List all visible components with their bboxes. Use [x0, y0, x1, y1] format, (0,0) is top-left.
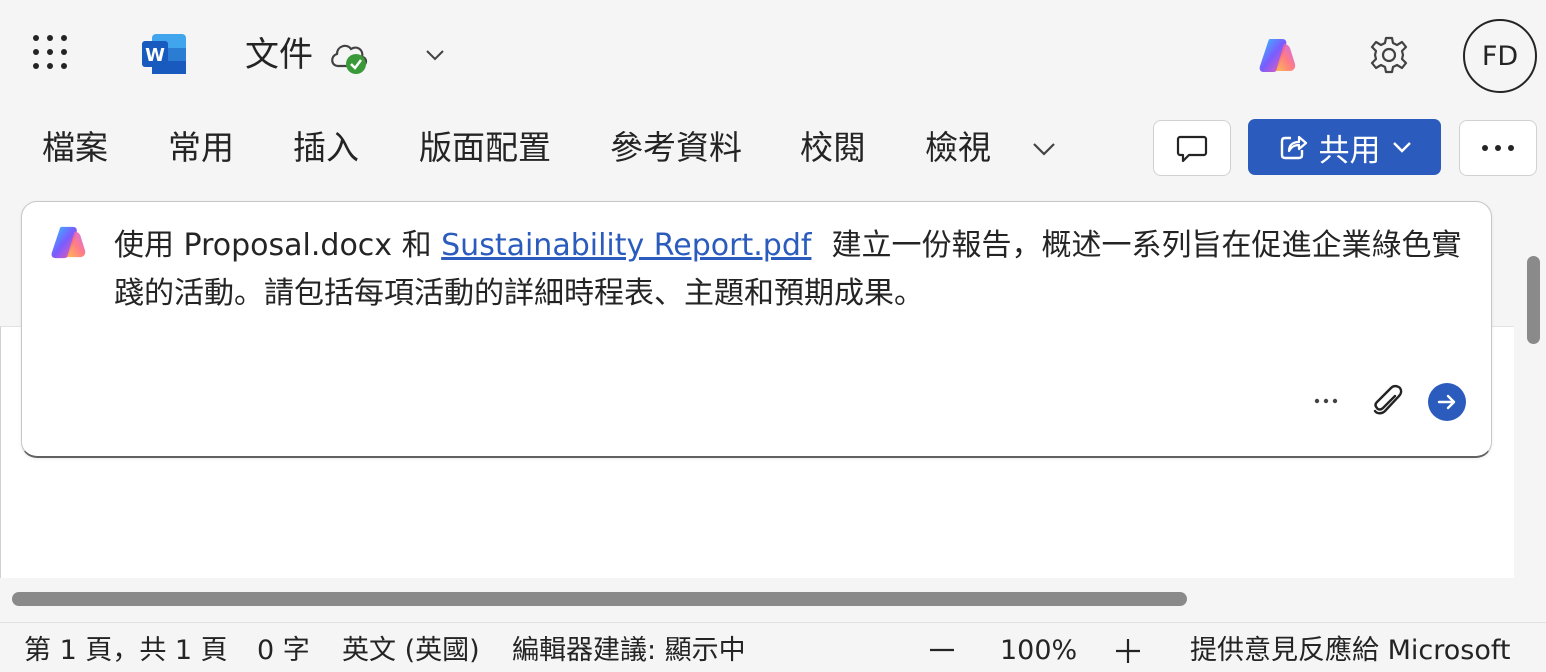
document-title[interactable]: 文件 [245, 33, 313, 77]
zoom-in-icon[interactable] [1114, 637, 1142, 665]
share-icon [1280, 135, 1307, 160]
copilot-icon [51, 226, 86, 259]
tab-review[interactable]: 校閱 [800, 128, 866, 168]
share-button[interactable]: 共用 [1248, 119, 1441, 175]
page-count: 第 1 頁，共 1 頁 [24, 635, 228, 666]
attach-icon[interactable] [1370, 382, 1404, 420]
file-link-sustainability-report[interactable]: Sustainability Report.pdf [441, 228, 811, 263]
user-avatar[interactable]: FD [1463, 19, 1537, 93]
zoom-level[interactable]: 100% [1000, 633, 1077, 669]
word-count[interactable]: 0 字 [257, 633, 310, 669]
ribbon: 檔案 常用 插入 版面配置 參考資料 校閱 檢視 共用 [0, 118, 1546, 178]
tab-insert[interactable]: 插入 [293, 128, 359, 168]
tab-view[interactable]: 檢視 [925, 128, 991, 168]
prompt-text-before: 使用 Proposal.docx 和 [114, 228, 442, 263]
language-indicator[interactable]: 英文 (英國) [342, 633, 480, 669]
vertical-scroll-thumb[interactable] [1527, 256, 1540, 344]
share-label: 共用 [1318, 132, 1381, 169]
editor-suggestions[interactable]: 編輯器建議: 顯示中 [512, 633, 746, 669]
send-button[interactable] [1428, 383, 1466, 421]
arrow-right-icon [1437, 394, 1456, 410]
cloud-saved-icon [331, 44, 368, 74]
chevron-down-icon [1392, 142, 1411, 153]
gear-icon[interactable] [1368, 34, 1410, 76]
app-launcher-icon[interactable] [33, 35, 73, 75]
title-bar: W 文件 FD [0, 0, 1546, 110]
chevron-down-icon[interactable] [424, 44, 446, 66]
comments-button[interactable] [1153, 120, 1231, 176]
copilot-prompt-box[interactable]: 使用 Proposal.docx 和 Sustainability Report… [21, 201, 1492, 458]
zoom-out-icon[interactable] [928, 645, 956, 655]
horizontal-scroll-thumb[interactable] [12, 592, 1187, 606]
ellipsis-icon[interactable] [1311, 388, 1341, 412]
prompt-text[interactable]: 使用 Proposal.docx 和 Sustainability Report… [114, 222, 1464, 318]
tab-layout[interactable]: 版面配置 [419, 128, 551, 168]
comment-icon [1176, 135, 1208, 163]
more-tabs-chevron-icon[interactable] [1030, 136, 1058, 162]
tab-references[interactable]: 參考資料 [610, 128, 742, 168]
feedback-link[interactable]: 提供意見反應給 Microsoft [1190, 633, 1510, 669]
ellipsis-icon [1482, 145, 1514, 151]
status-bar: 第 1 頁，共 1 頁 0 字 英文 (英國) 編輯器建議: 顯示中 100% … [0, 622, 1546, 672]
tab-file[interactable]: 檔案 [42, 128, 108, 168]
more-options-button[interactable] [1459, 120, 1537, 176]
svg-text:W: W [145, 45, 165, 66]
copilot-icon[interactable] [1256, 36, 1298, 74]
word-logo: W [142, 34, 186, 74]
tab-home[interactable]: 常用 [168, 128, 234, 168]
